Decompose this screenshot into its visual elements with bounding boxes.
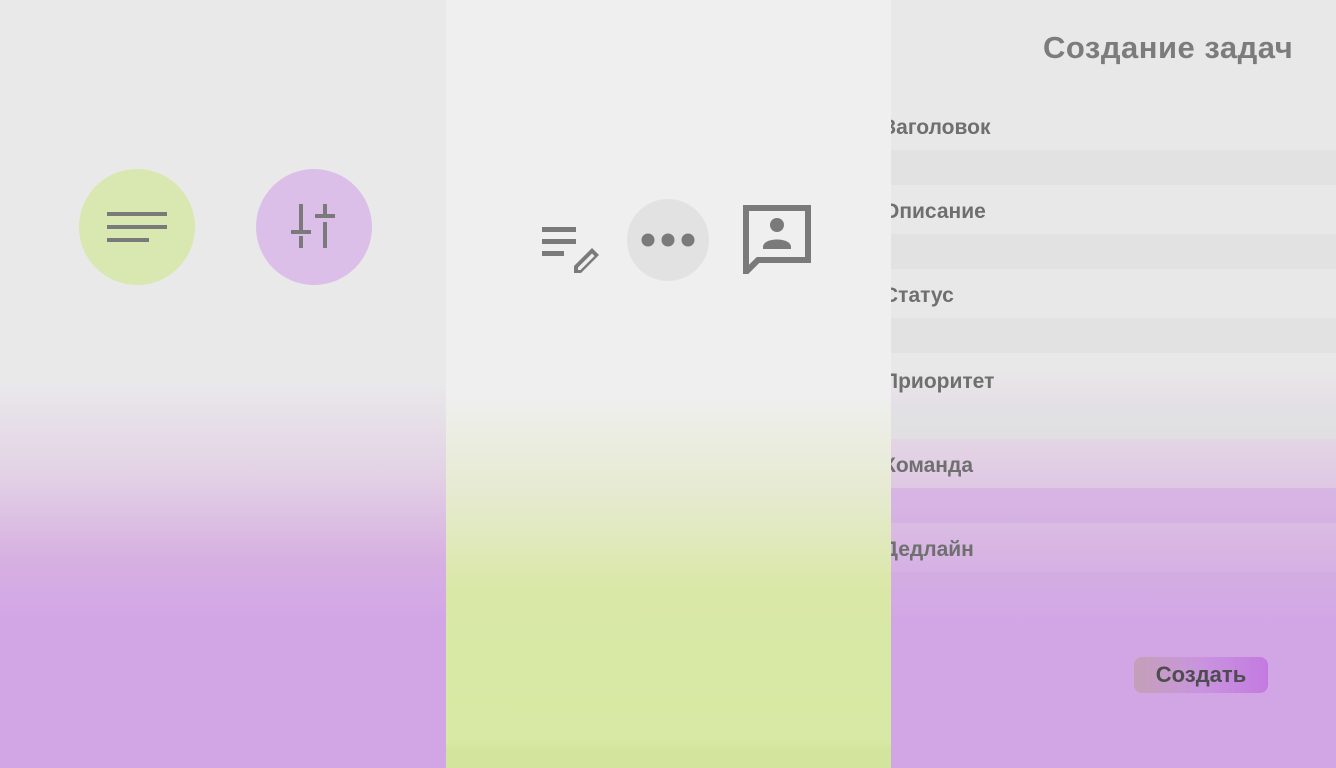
title-field-label: Заголовок: [891, 116, 991, 139]
status-field-label: Статус: [891, 284, 954, 307]
menu-lines-icon: [105, 209, 169, 245]
contact-message-icon: [742, 204, 812, 274]
edit-list-button[interactable]: [538, 215, 604, 281]
team-field-label: Команда: [891, 454, 973, 477]
description-field-label: Описание: [891, 200, 986, 223]
description-input[interactable]: [891, 234, 1336, 269]
team-input[interactable]: [891, 488, 1336, 523]
menu-button[interactable]: [79, 169, 195, 285]
filter-button[interactable]: [256, 169, 372, 285]
form-title: Создание задач: [1043, 30, 1294, 65]
contact-message-button[interactable]: [741, 203, 813, 275]
deadline-input[interactable]: [891, 572, 1336, 607]
title-input[interactable]: [891, 150, 1336, 185]
task-form-panel: Создание задач Заголовок Описание Статус…: [891, 0, 1336, 768]
edit-list-icon: [540, 217, 602, 279]
left-panel: [0, 0, 446, 768]
more-horizontal-icon: [640, 232, 696, 248]
create-button[interactable]: Создать: [1134, 657, 1268, 693]
priority-field-label: Приоритет: [891, 370, 995, 393]
priority-input[interactable]: [891, 404, 1336, 439]
sliders-icon: [289, 202, 339, 252]
middle-panel: [446, 0, 891, 768]
more-button[interactable]: [627, 199, 709, 281]
status-input[interactable]: [891, 318, 1336, 353]
deadline-field-label: Дедлайн: [891, 538, 974, 561]
